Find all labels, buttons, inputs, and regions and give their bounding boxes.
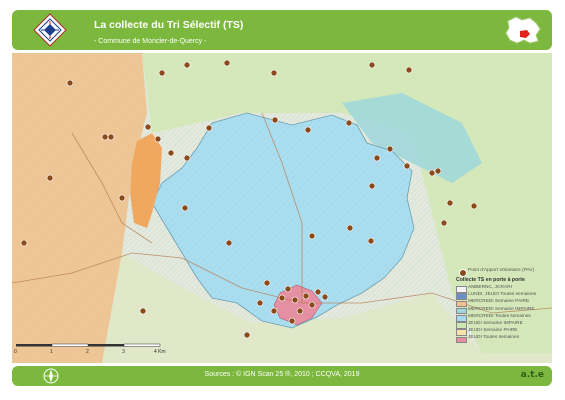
legend-item-label: JEUDI Semaine PAIRE: [468, 328, 518, 334]
pav-point-icon: [459, 269, 467, 277]
legend-item-label: MERCREDI Semaine IMPAIRE: [468, 306, 535, 312]
legend-item: MERCREDI Toutes semaines: [456, 313, 552, 322]
pav-point: [314, 288, 322, 296]
pav-point: [271, 116, 279, 124]
pav-point: [263, 279, 271, 287]
pav-point: [321, 293, 329, 301]
map-legend: Point d'Apport Volontaire (PAV) Collecte…: [456, 268, 552, 344]
legend-item-label: AMBERNC, JCRARI: [468, 285, 512, 290]
scale-bar: [16, 343, 161, 347]
pav-point: [46, 174, 54, 182]
pav-point: [434, 167, 442, 175]
pav-point: [308, 301, 316, 309]
pav-point: [270, 307, 278, 315]
map-subtitle: - Commune de Moncler-de-Quercy -: [94, 38, 207, 45]
pav-point: [243, 331, 251, 339]
pav-point: [308, 232, 316, 240]
legend-heading-row: Collecte TS en porte à porte: [456, 277, 552, 285]
pav-point: [167, 149, 175, 157]
pav-point: [144, 123, 152, 131]
pav-point: [256, 299, 264, 307]
pav-point: [225, 239, 233, 247]
legend-heading: Collecte TS en porte à porte: [456, 277, 525, 283]
pav-point: [66, 79, 74, 87]
pav-point: [291, 296, 299, 304]
map-title: La collecte du Tri Sélectif (TS): [94, 19, 244, 31]
pav-point: [183, 154, 191, 162]
pav-point: [118, 194, 126, 202]
pav-point: [346, 224, 354, 232]
legend-pav-row: Point d'Apport Volontaire (PAV): [456, 268, 552, 277]
department-locator-icon: [505, 16, 541, 44]
pav-point: [403, 162, 411, 170]
scale-label: 4 Km: [154, 349, 166, 355]
pav-point: [223, 59, 231, 67]
footer-band: Sources : © IGN Scan 25 ®, 2010 ; CCQVA,…: [12, 366, 552, 386]
pav-point: [428, 169, 436, 177]
scale-label: 0: [14, 349, 17, 355]
legend-item-label: MERCREDI Toutes semaines: [468, 313, 531, 319]
legend-item: JEUDI Toutes semaines: [456, 335, 552, 344]
pav-point: [107, 133, 115, 141]
pav-point: [446, 199, 454, 207]
legend-item-label: LUNDI, JEUDI Toutes semaines: [468, 292, 537, 298]
scale-label: 2: [86, 349, 89, 355]
pav-point: [373, 154, 381, 162]
pav-point: [183, 61, 191, 69]
scale-label: 1: [50, 349, 53, 355]
pav-point: [154, 135, 162, 143]
legend-swatch: [456, 336, 467, 344]
pav-point: [181, 204, 189, 212]
legend-item: MERCREDI Semaine IMPAIRE: [456, 306, 552, 315]
pav-point: [284, 285, 292, 293]
legend-item-label: JEUDI Semaine IMPAIRE: [468, 320, 523, 326]
brand-logo: a.t.e: [520, 370, 544, 380]
pav-point: [367, 237, 375, 245]
logo-icon: [33, 13, 67, 47]
pav-point: [440, 219, 448, 227]
pav-point: [470, 202, 478, 210]
pav-point: [345, 119, 353, 127]
pav-point: [302, 292, 310, 300]
legend-pav-label: Point d'Apport Volontaire (PAV): [468, 268, 535, 273]
pav-point: [368, 182, 376, 190]
pav-point: [405, 66, 413, 74]
legend-items: AMBERNC, JCRARI LUNDI, JEUDI Toutes semai…: [456, 285, 552, 344]
pav-point: [270, 69, 278, 77]
sources-text: Sources : © IGN Scan 25 ®, 2010 ; CCQVA,…: [204, 371, 360, 378]
pav-point: [139, 307, 147, 315]
pav-point: [158, 69, 166, 77]
scale-label: 3: [122, 349, 125, 355]
pav-point: [278, 294, 286, 302]
pav-point: [296, 307, 304, 315]
legend-item-label: MERCREDI Semaine PAIRE: [468, 299, 530, 305]
legend-item: MERCREDI Semaine PAIRE: [456, 299, 552, 308]
pav-point: [386, 145, 394, 153]
pav-point: [304, 126, 312, 134]
pav-point: [205, 124, 213, 132]
pav-point: [368, 61, 376, 69]
pav-point: [288, 317, 296, 325]
pav-point: [20, 239, 28, 247]
header-band: La collecte du Tri Sélectif (TS) - Commu…: [12, 10, 552, 50]
pav-point: [101, 133, 109, 141]
legend-item-label: JEUDI Toutes semaines: [468, 335, 520, 341]
